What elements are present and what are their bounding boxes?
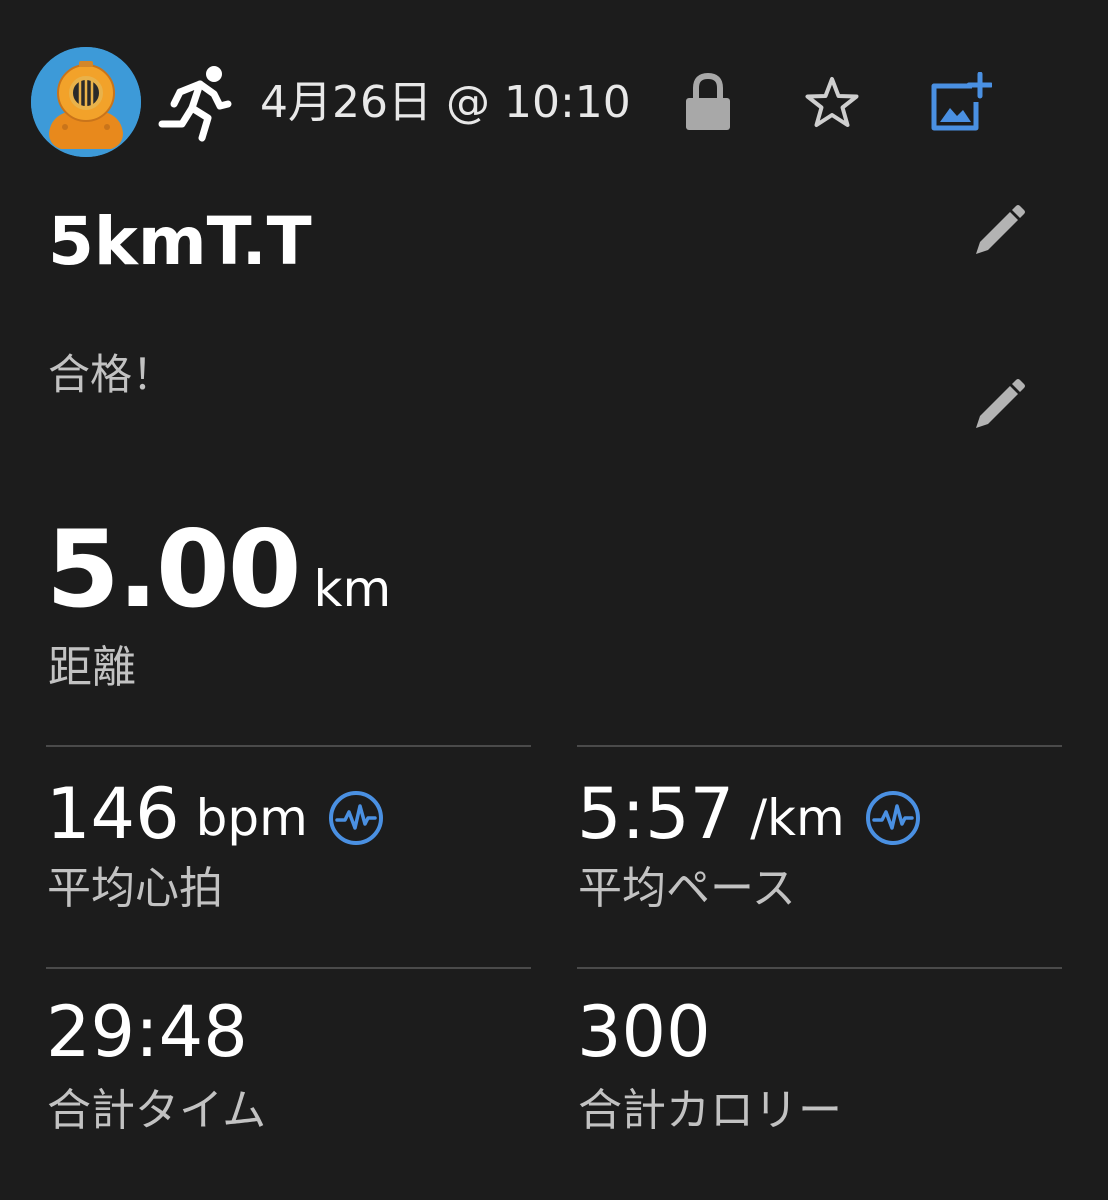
divider (577, 967, 1062, 969)
edit-description-pencil-icon[interactable] (972, 376, 1028, 432)
add-photo-icon[interactable] (928, 71, 994, 134)
divider (46, 745, 531, 747)
activity-date-time: 4月26日 @ 10:10 (260, 77, 631, 128)
activity-title: 5kmT.T (48, 203, 312, 280)
lock-icon[interactable] (684, 72, 732, 132)
distance-unit: km (313, 560, 392, 618)
total-calories-value: 300 (577, 991, 711, 1073)
avg-pace-label: 平均ペース (578, 863, 796, 914)
total-time-label: 合計タイム (47, 1085, 267, 1136)
avg-pace-stat[interactable]: 5:57 /km (577, 770, 921, 858)
avg-pace-unit: /km (750, 789, 845, 847)
star-outline-icon[interactable] (802, 74, 862, 134)
avg-heart-rate-stat[interactable]: 146 bpm (46, 770, 384, 858)
total-calories-label: 合計カロリー (578, 1085, 842, 1136)
total-time-value: 29:48 (46, 991, 248, 1073)
total-time-stat[interactable]: 29:48 (46, 992, 248, 1072)
distance-label: 距離 (48, 642, 136, 693)
divider (46, 967, 531, 969)
heart-rate-icon[interactable] (865, 790, 921, 846)
running-icon (156, 62, 234, 142)
avg-heart-rate-label: 平均心拍 (47, 863, 223, 914)
divider (577, 745, 1062, 747)
distance-value: 5.00 (46, 508, 302, 631)
edit-title-pencil-icon[interactable] (972, 202, 1028, 258)
avg-pace-value: 5:57 (577, 773, 735, 855)
activity-description: 合格！ (48, 350, 175, 399)
avg-heart-rate-value: 146 (46, 773, 180, 855)
heart-rate-icon[interactable] (328, 790, 384, 846)
distance-stat: 5.00 km (46, 512, 391, 647)
diving-helmet-icon (31, 47, 141, 157)
avg-heart-rate-unit: bpm (195, 789, 308, 847)
total-calories-stat[interactable]: 300 (577, 992, 711, 1072)
avatar[interactable] (31, 47, 141, 157)
